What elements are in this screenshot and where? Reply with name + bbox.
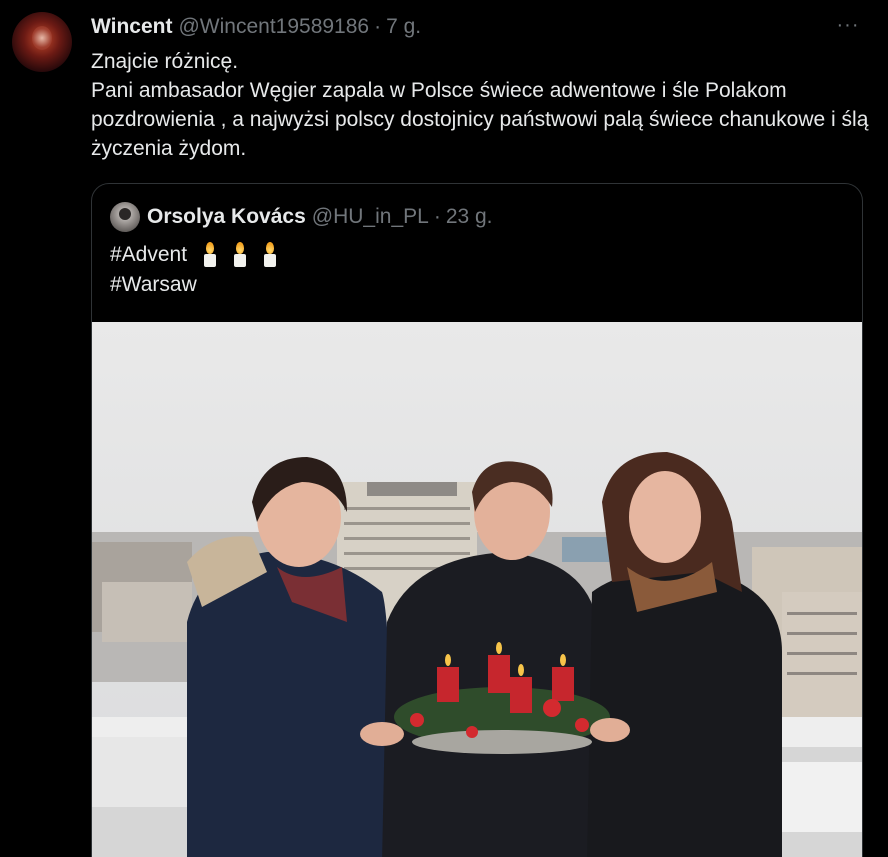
separator-dot: · [374,15,382,38]
more-icon[interactable]: ··· [836,15,860,35]
tweet-text: Znajcie różnicę. Pani ambasador Węgier z… [91,50,869,160]
candle-icon [203,242,217,268]
hashtag-advent[interactable]: #Advent [110,240,187,270]
tweet-time[interactable]: 7 g. [386,14,421,40]
quote-author-name[interactable]: Orsolya Kovács [147,204,306,230]
quote-photo[interactable] [92,322,862,857]
author-name[interactable]: Wincent [91,14,172,40]
tweet-header: Wincent @Wincent19589186 · 7 g. [91,14,421,40]
quote-line-advent: #Advent [110,240,277,270]
hashtag-warsaw[interactable]: #Warsaw [110,273,197,296]
quote-author-avatar[interactable] [110,202,140,232]
quote-time[interactable]: 23 g. [446,204,493,230]
quoted-tweet[interactable]: Orsolya Kovács @HU_in_PL · 23 g. #Advent… [91,183,863,857]
candle-icon [263,242,277,268]
candle-icon [233,242,247,268]
tweet[interactable]: Wincent @Wincent19589186 · 7 g. ··· Znaj… [0,0,888,857]
author-avatar[interactable] [12,12,72,72]
quote-author-handle[interactable]: @HU_in_PL [312,204,429,230]
quote-separator-dot: · [433,205,441,228]
quote-line-warsaw: #Warsaw [110,270,197,300]
quote-header: Orsolya Kovács @HU_in_PL · 23 g. [110,202,493,232]
author-handle[interactable]: @Wincent19589186 [178,14,369,40]
